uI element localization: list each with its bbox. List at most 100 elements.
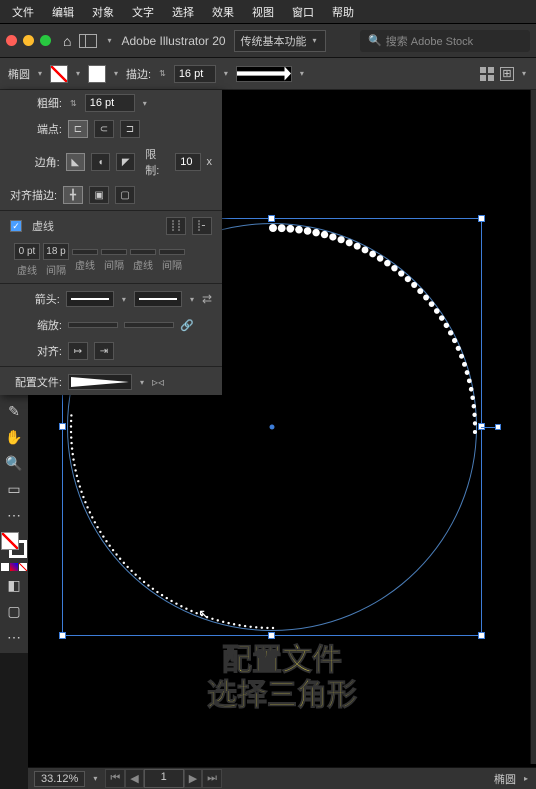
dash-align-corners-button[interactable]: ┊╴ <box>192 217 212 235</box>
chevron-down-icon[interactable]: ▾ <box>112 69 120 78</box>
bbox-handle[interactable] <box>59 632 66 639</box>
window-traffic-lights <box>6 35 51 46</box>
bbox-handle[interactable] <box>478 632 485 639</box>
menu-type[interactable]: 文字 <box>124 1 162 23</box>
swap-arrowheads-icon[interactable]: ⇄ <box>202 292 212 306</box>
menu-window[interactable]: 窗口 <box>284 1 322 23</box>
menu-object[interactable]: 对象 <box>84 1 122 23</box>
bbox-handle[interactable] <box>478 215 485 222</box>
fill-color-swatch[interactable] <box>1 532 19 550</box>
chevron-down-icon[interactable]: ▾ <box>298 69 306 78</box>
stepper-icon[interactable]: ⇅ <box>68 99 79 108</box>
chevron-down-icon[interactable]: ▾ <box>74 69 82 78</box>
last-artboard-button[interactable]: ⏭ <box>202 769 222 788</box>
bbox-handle[interactable] <box>59 423 66 430</box>
menu-view[interactable]: 视图 <box>244 1 282 23</box>
corner-miter-button[interactable]: ◣ <box>66 153 85 171</box>
corner-bevel-button[interactable]: ◤ <box>116 153 135 171</box>
direction-handle[interactable] <box>495 424 501 430</box>
chevron-down-icon: ▾ <box>311 36 319 45</box>
arrowhead-end-dropdown[interactable] <box>134 291 182 307</box>
stroke-swatch[interactable] <box>88 65 106 83</box>
align-stroke-inside-button[interactable]: ▣ <box>89 186 109 204</box>
more-tools-icon[interactable]: ⋯ <box>2 503 26 527</box>
cap-round-button[interactable]: ⊂ <box>94 120 114 138</box>
bbox-handle[interactable] <box>268 632 275 639</box>
menu-effect[interactable]: 效果 <box>204 1 242 23</box>
gap-field[interactable]: 18 p <box>43 243 69 260</box>
chevron-down-icon[interactable]: ▾ <box>36 69 44 78</box>
color-mode-icons[interactable] <box>1 563 27 571</box>
chevron-down-icon[interactable]: ▾ <box>138 378 146 387</box>
dash-field[interactable]: 0 pt <box>14 243 40 260</box>
chevron-down-icon[interactable]: ▾ <box>91 774 99 783</box>
tools-panel: ✎ ✋ 🔍 ▭ ⋯ ◧ ▢ ⋯ <box>0 395 28 653</box>
arrow-scale-label: 缩放: <box>10 317 62 333</box>
fill-stroke-swatches[interactable] <box>1 532 27 558</box>
dash-fields-row: 0 pt虚线 18 p间隔 虚线 间隔 虚线 间隔 <box>0 239 222 281</box>
zoom-window-button[interactable] <box>40 35 51 46</box>
close-window-button[interactable] <box>6 35 17 46</box>
fill-swatch[interactable] <box>50 65 68 83</box>
dash-sub-label: 虚线 <box>75 257 95 272</box>
adobe-stock-search[interactable]: 🔍 搜索 Adobe Stock <box>360 30 530 52</box>
prev-artboard-button[interactable]: ◀ <box>125 769 143 788</box>
chevron-down-icon[interactable]: ▾ <box>188 295 196 304</box>
weight-field[interactable]: 16 pt <box>85 94 135 112</box>
dash-sub-label: 虚线 <box>133 257 153 272</box>
arrow-align-end-button: ⇥ <box>94 342 114 360</box>
profile-dropdown[interactable] <box>68 374 132 390</box>
menu-file[interactable]: 文件 <box>4 1 42 23</box>
stroke-weight-field[interactable]: 16 pt <box>174 65 216 83</box>
menu-select[interactable]: 选择 <box>164 1 202 23</box>
draw-mode-icon[interactable]: ◧ <box>2 573 26 597</box>
dash-preserve-exact-button[interactable]: ┊┊ <box>166 217 186 235</box>
bbox-handle[interactable] <box>268 215 275 222</box>
artboard-tool-icon[interactable]: ▭ <box>2 477 26 501</box>
cap-butt-button[interactable]: ⊏ <box>68 120 88 138</box>
dash-field[interactable] <box>72 249 98 255</box>
chevron-down-icon[interactable]: ▾ <box>141 99 149 108</box>
zoom-level[interactable]: 33.12% <box>34 771 85 787</box>
arrange-documents-icon[interactable] <box>79 34 97 48</box>
search-icon: 🔍 <box>368 34 382 47</box>
limit-field[interactable]: 10 <box>175 153 200 171</box>
chevron-down-icon[interactable]: ▾ <box>120 295 128 304</box>
gap-field[interactable] <box>159 249 185 255</box>
stroke-profile-preview[interactable] <box>236 66 292 82</box>
gap-field[interactable] <box>101 249 127 255</box>
flip-profile-icon[interactable]: ▹◃ <box>152 375 164 389</box>
dash-field[interactable] <box>130 249 156 255</box>
hand-tool-icon[interactable]: ✋ <box>2 425 26 449</box>
selection-info: 椭圆 <box>494 771 516 787</box>
chevron-right-icon[interactable]: ▸ <box>522 774 530 783</box>
chevron-down-icon: ▾ <box>105 36 113 45</box>
cap-projecting-button[interactable]: ⊐ <box>120 120 140 138</box>
chevron-down-icon[interactable]: ▾ <box>520 69 528 78</box>
arrow-align-label: 对齐: <box>10 343 62 359</box>
menu-help[interactable]: 帮助 <box>324 1 362 23</box>
workspace-dropdown[interactable]: 传统基本功能 ▾ <box>234 30 326 52</box>
align-stroke-outside-button[interactable]: ▢ <box>115 186 135 204</box>
center-point <box>270 425 275 430</box>
corner-round-button[interactable]: ◖ <box>91 153 110 171</box>
home-icon[interactable]: ⌂ <box>63 33 71 49</box>
dashed-checkbox[interactable]: ✓ <box>10 220 22 232</box>
align-stroke-center-button[interactable]: ╋ <box>63 186 83 204</box>
menu-edit[interactable]: 编辑 <box>44 1 82 23</box>
artboard-number[interactable]: 1 <box>144 769 184 788</box>
eyedropper-tool-icon[interactable]: ✎ <box>2 399 26 423</box>
next-artboard-button[interactable]: ▶ <box>184 769 202 788</box>
stepper-icon[interactable]: ⇅ <box>157 69 168 78</box>
arrow-scale-start <box>68 322 118 328</box>
minimize-window-button[interactable] <box>23 35 34 46</box>
chevron-down-icon[interactable]: ▾ <box>222 69 230 78</box>
right-panel-collapsed[interactable] <box>530 90 536 764</box>
zoom-tool-icon[interactable]: 🔍 <box>2 451 26 475</box>
transform-panel-icon[interactable]: ⊞ <box>500 67 514 81</box>
first-artboard-button[interactable]: ⏮ <box>105 769 125 788</box>
edit-toolbar-icon[interactable]: ⋯ <box>2 625 26 649</box>
arrowhead-start-dropdown[interactable] <box>66 291 114 307</box>
align-grid-icon[interactable] <box>480 67 494 81</box>
screen-mode-icon[interactable]: ▢ <box>2 599 26 623</box>
